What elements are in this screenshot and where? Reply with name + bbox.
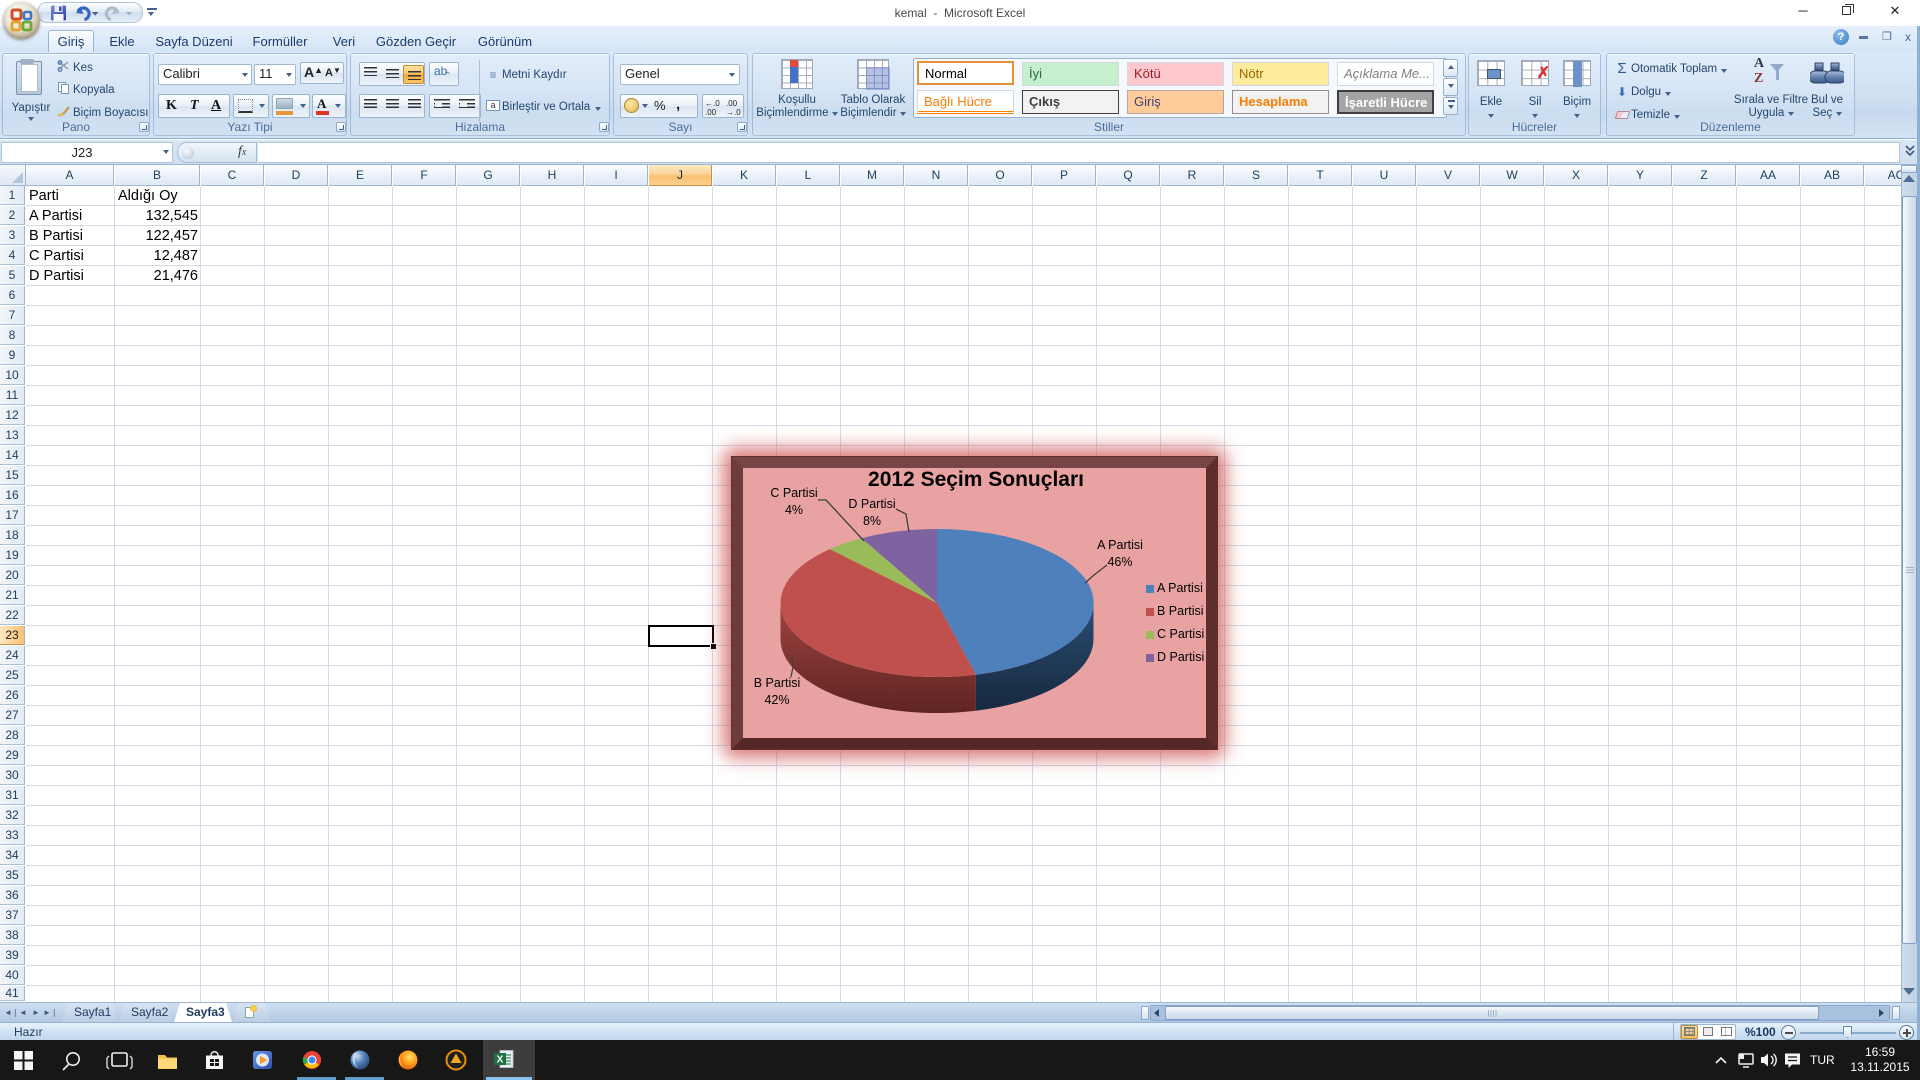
svg-text:X: X xyxy=(497,1055,504,1066)
svg-text:TUR: TUR xyxy=(1810,1053,1835,1067)
